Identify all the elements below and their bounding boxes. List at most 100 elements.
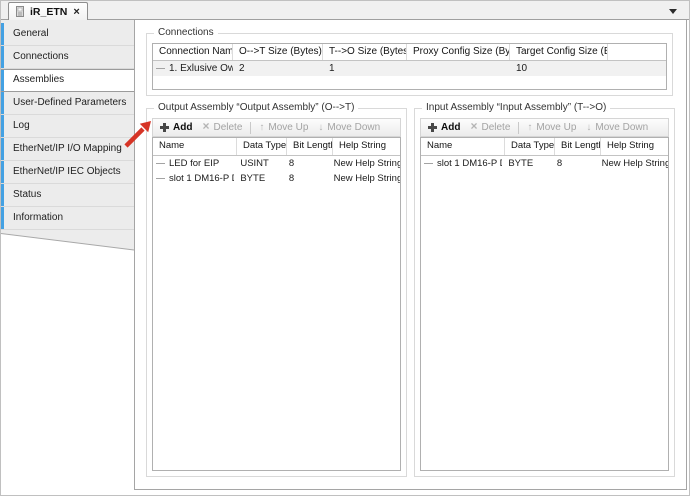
tab-list-dropdown-icon[interactable] <box>669 9 677 14</box>
help-string-cell: New Help String <box>328 173 400 184</box>
accent-bar <box>1 46 4 68</box>
input-assembly-group: Input Assembly “Input Assembly” (T-->O) … <box>414 108 675 477</box>
accent-bar <box>1 207 4 229</box>
sidebar-item-user-defined-parameters[interactable]: User-Defined Parameters <box>1 92 134 115</box>
output-assembly-row[interactable]: slot 1 DM16-P DO BYTE 8 New Help String <box>153 171 400 186</box>
sidebar-item-label: Log <box>13 120 30 131</box>
ot-size-cell: 2 <box>233 63 323 74</box>
column-header-target-config-size[interactable]: Target Config Size (Bytes) <box>510 44 608 60</box>
name-cell: slot 1 DM16-P DI <box>421 158 502 169</box>
move-down-button[interactable]: Move Down <box>581 119 653 136</box>
target-config-size-cell: 10 <box>510 63 608 74</box>
column-header-data-type[interactable]: Data Type <box>505 138 555 155</box>
connections-table-header: Connection Name O-->T Size (Bytes) T-->O… <box>153 44 666 61</box>
bit-length-cell: 8 <box>551 158 596 169</box>
column-header-name[interactable]: Name <box>421 138 505 155</box>
connections-group-label: Connections <box>154 27 218 38</box>
sidebar-item-general[interactable]: General <box>1 23 134 46</box>
tab-close-icon[interactable]: × <box>73 7 79 17</box>
accent-bar <box>1 70 4 91</box>
column-header-proxy-config-size[interactable]: Proxy Config Size (Bytes) <box>407 44 510 60</box>
sidebar-item-label: Status <box>13 189 41 200</box>
output-assembly-group: Output Assembly “Output Assembly” (O-->T… <box>146 108 407 477</box>
move-up-button[interactable]: Move Up <box>254 119 313 136</box>
sidebar: General Connections Assemblies User-Defi… <box>1 20 134 233</box>
column-header-connection-name[interactable]: Connection Name <box>153 44 233 60</box>
move-up-icon <box>527 122 532 133</box>
accent-bar <box>1 115 4 137</box>
sidebar-item-log[interactable]: Log <box>1 115 134 138</box>
sidebar-item-ethernetip-io-mapping[interactable]: EtherNet/IP I/O Mapping <box>1 138 134 161</box>
accent-bar <box>1 23 4 45</box>
output-assembly-group-label: Output Assembly “Output Assembly” (O-->T… <box>154 102 358 113</box>
sidebar-item-ethernetip-iec-objects[interactable]: EtherNet/IP IEC Objects <box>1 161 134 184</box>
accent-bar <box>1 184 4 206</box>
sidebar-item-label: User-Defined Parameters <box>13 97 126 108</box>
sidebar-item-label: Connections <box>13 51 69 62</box>
delete-button[interactable]: Delete <box>197 119 247 136</box>
add-button[interactable]: Add <box>423 119 465 136</box>
connections-group: Connections Connection Name O-->T Size (… <box>146 33 673 96</box>
help-string-cell: New Help String <box>328 158 400 169</box>
move-down-icon <box>586 122 591 133</box>
input-assembly-table-header: Name Data Type Bit Length Help String <box>421 138 668 156</box>
tree-line-icon <box>156 163 165 164</box>
sidebar-item-label: EtherNet/IP IEC Objects <box>13 166 121 177</box>
sidebar-item-label: Assemblies <box>13 74 64 85</box>
connection-row[interactable]: 1. Exlusive Owner 2 1 10 <box>153 61 666 76</box>
name-cell: LED for EIP <box>153 158 234 169</box>
output-assembly-table: Name Data Type Bit Length Help String LE… <box>152 137 401 471</box>
column-header-filler <box>608 44 666 60</box>
output-assembly-toolbar: Add Delete Move Up Move Down <box>152 118 401 137</box>
sidebar-item-assemblies[interactable]: Assemblies <box>1 69 134 92</box>
sidebar-item-status[interactable]: Status <box>1 184 134 207</box>
column-header-help-string[interactable]: Help String <box>333 138 400 155</box>
toolbar-separator <box>250 122 251 134</box>
add-icon <box>160 123 169 132</box>
data-type-cell: USINT <box>234 158 283 169</box>
sidebar-item-label: EtherNet/IP I/O Mapping <box>13 143 122 154</box>
column-header-to-size[interactable]: T-->O Size (Bytes) <box>323 44 407 60</box>
bit-length-cell: 8 <box>283 158 328 169</box>
sidebar-item-connections[interactable]: Connections <box>1 46 134 69</box>
column-header-help-string[interactable]: Help String <box>601 138 668 155</box>
sidebar-item-label: Information <box>13 212 63 223</box>
column-header-ot-size[interactable]: O-->T Size (Bytes) <box>233 44 323 60</box>
bit-length-cell: 8 <box>283 173 328 184</box>
delete-button[interactable]: Delete <box>465 119 515 136</box>
input-assembly-toolbar: Add Delete Move Up Move Down <box>420 118 669 137</box>
column-header-data-type[interactable]: Data Type <box>237 138 287 155</box>
input-assembly-table: Name Data Type Bit Length Help String sl… <box>420 137 669 471</box>
editor-content-panel: Connections Connection Name O-->T Size (… <box>134 20 687 490</box>
add-icon <box>428 123 437 132</box>
move-down-icon <box>318 122 323 133</box>
device-icon <box>14 5 26 18</box>
accent-bar <box>1 92 4 114</box>
accent-bar <box>1 138 4 160</box>
input-assembly-row[interactable]: slot 1 DM16-P DI BYTE 8 New Help String <box>421 156 668 171</box>
tree-line-icon <box>156 68 165 69</box>
connection-name-cell: 1. Exlusive Owner <box>153 63 233 74</box>
to-size-cell: 1 <box>323 63 407 74</box>
move-up-icon <box>259 122 264 133</box>
output-assembly-row[interactable]: LED for EIP USINT 8 New Help String <box>153 156 400 171</box>
sidebar-item-information[interactable]: Information <box>1 207 134 230</box>
add-button[interactable]: Add <box>155 119 197 136</box>
delete-icon <box>202 122 209 133</box>
column-header-bit-length[interactable]: Bit Length <box>555 138 601 155</box>
column-header-name[interactable]: Name <box>153 138 237 155</box>
connections-table: Connection Name O-->T Size (Bytes) T-->O… <box>152 43 667 90</box>
toolbar-separator <box>518 122 519 134</box>
data-type-cell: BYTE <box>234 173 283 184</box>
data-type-cell: BYTE <box>502 158 551 169</box>
input-assembly-group-label: Input Assembly “Input Assembly” (T-->O) <box>422 102 610 113</box>
move-down-button[interactable]: Move Down <box>313 119 385 136</box>
sidebar-wedge <box>1 233 134 252</box>
tree-line-icon <box>156 178 165 179</box>
output-assembly-table-header: Name Data Type Bit Length Help String <box>153 138 400 156</box>
tab-label: iR_ETN <box>30 6 67 18</box>
name-cell: slot 1 DM16-P DO <box>153 173 234 184</box>
column-header-bit-length[interactable]: Bit Length <box>287 138 333 155</box>
move-up-button[interactable]: Move Up <box>522 119 581 136</box>
document-tab-ir-etn[interactable]: iR_ETN × <box>8 2 88 20</box>
